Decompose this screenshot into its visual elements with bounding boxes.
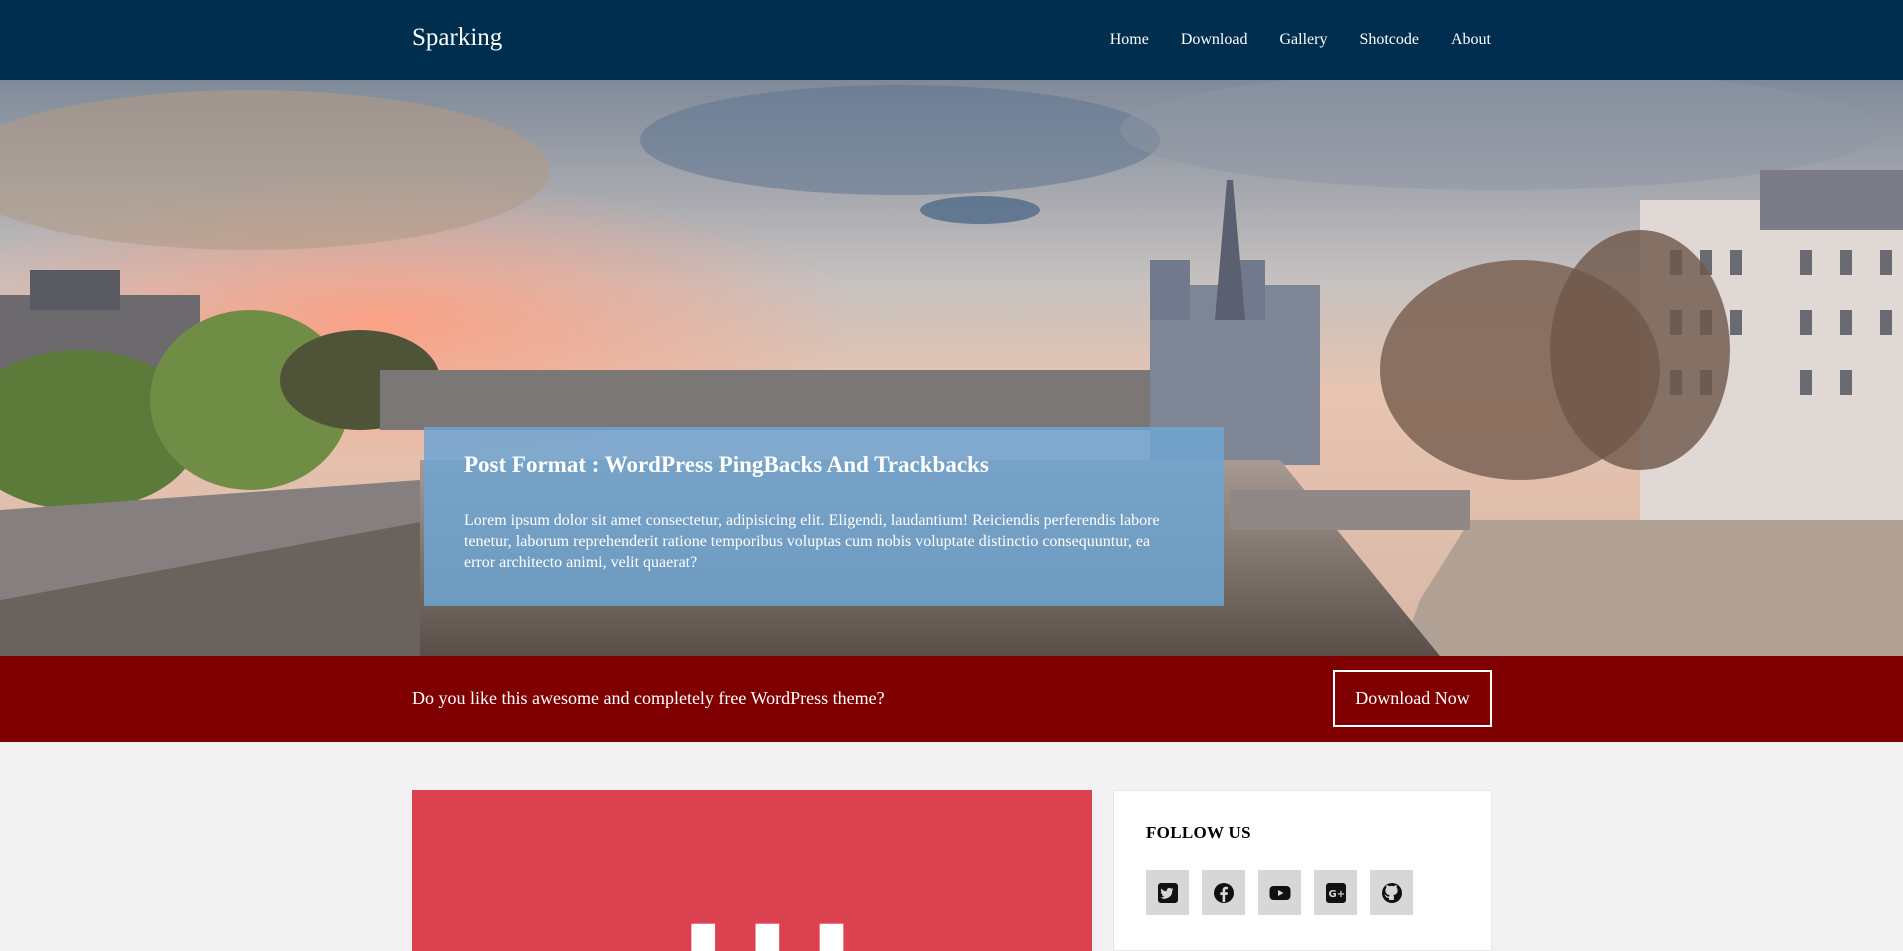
github-icon (1381, 882, 1402, 903)
youtube-link[interactable] (1258, 870, 1301, 915)
twitter-icon (1157, 882, 1178, 903)
facebook-link[interactable] (1202, 870, 1245, 915)
twitter-link[interactable] (1146, 870, 1189, 915)
slide-excerpt: Lorem ipsum dolor sit amet consectetur, … (464, 512, 1160, 571)
facebook-icon (1213, 882, 1234, 903)
follow-us-widget: FOLLOW US G+ (1113, 790, 1492, 951)
slide-caption: Post Format : WordPress PingBacks And Tr… (424, 427, 1224, 606)
download-now-button[interactable]: Download Now (1333, 670, 1492, 727)
github-link[interactable] (1370, 870, 1413, 915)
nav-item-about[interactable]: About (1451, 31, 1491, 48)
youtube-icon (1269, 885, 1290, 900)
site-header: Sparking Home Download Gallery Shotcode … (0, 0, 1903, 80)
widget-title: FOLLOW US (1146, 823, 1251, 842)
google-plus-link[interactable]: G+ (1314, 870, 1357, 915)
google-plus-icon: G+ (1325, 882, 1346, 903)
nav-item-shotcode[interactable]: Shotcode (1359, 31, 1419, 48)
slide-title[interactable]: Post Format : WordPress PingBacks And Tr… (464, 452, 1184, 478)
nav-item-gallery[interactable]: Gallery (1279, 31, 1327, 48)
cta-text: Do you like this awesome and completely … (412, 688, 885, 708)
site-brand-link[interactable]: Sparking (412, 24, 502, 52)
download-cta-bar: Do you like this awesome and completely … (0, 656, 1903, 742)
thumbnail-graphic: ▌▌▌ (692, 925, 884, 951)
nav-item-home[interactable]: Home (1110, 31, 1149, 48)
hero-slider: Post Format : WordPress PingBacks And Tr… (0, 80, 1903, 656)
main-nav: Home Download Gallery Shotcode About (1078, 0, 1491, 80)
nav-item-download[interactable]: Download (1181, 31, 1248, 48)
svg-text:G+: G+ (1328, 889, 1345, 900)
post-thumbnail[interactable]: ▌▌▌ (412, 790, 1092, 951)
social-links: G+ (1146, 870, 1459, 915)
